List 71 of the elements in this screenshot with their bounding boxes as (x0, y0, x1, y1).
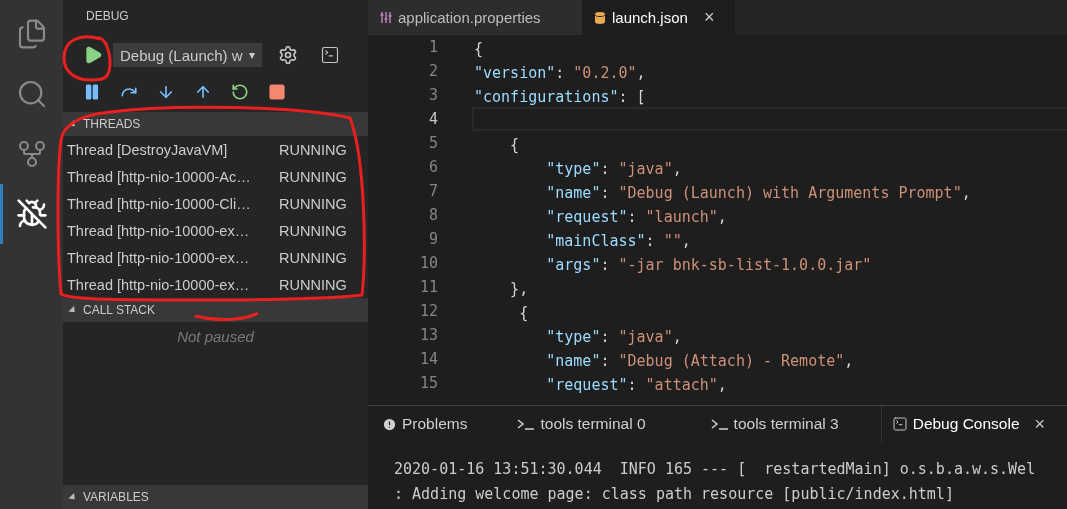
configuration-select[interactable]: Debug (Launch) w ▾ (113, 43, 262, 67)
code-line: { (509, 135, 521, 155)
line-number: 11 (418, 278, 439, 296)
line-number: 15 (418, 374, 439, 392)
editor-tab[interactable]: launch.json × (582, 0, 735, 35)
panel-tab[interactable]: Debug Console × (880, 406, 1056, 442)
code-line: "request": "attach", (545, 375, 728, 395)
thread-status: RUNNING (279, 141, 347, 158)
panel-tab[interactable]: tools terminal 3 (700, 406, 849, 442)
thread-status: RUNNING (279, 249, 347, 266)
editor-tab[interactable]: application.properties (368, 0, 582, 35)
line-number: 14 (418, 350, 439, 368)
line-number: 9 (427, 230, 439, 248)
line-number: 13 (418, 326, 439, 344)
section-header[interactable]: VARIABLES (63, 485, 368, 509)
step-into-icon[interactable] (157, 83, 175, 101)
thread-name[interactable]: Thread [http-nio-10000-Ac… (67, 168, 279, 185)
thread-name[interactable]: Thread [http-nio-10000-ex… (67, 249, 279, 266)
start-debugging-icon[interactable] (83, 45, 103, 65)
line-number: 1 (427, 38, 439, 56)
console-icon (891, 416, 908, 432)
thread-status: RUNNING (279, 276, 347, 293)
step-out-icon[interactable] (194, 83, 212, 101)
thread-status: RUNNING (279, 222, 347, 239)
stop-icon[interactable] (268, 83, 286, 101)
thread-name[interactable]: Thread [http-nio-10000-ex… (67, 276, 279, 293)
database-icon (594, 10, 606, 25)
line-number: 8 (427, 206, 439, 224)
code-line: "args": "-jar bnk-sb-list-1.0.0.jar" (545, 255, 873, 275)
line-number: 10 (418, 254, 439, 272)
thread-name[interactable]: Thread [DestroyJavaVM] (67, 141, 279, 158)
thread-name[interactable]: Thread [http-nio-10000-ex… (67, 222, 279, 239)
code-line: { (518, 303, 530, 323)
settings-icon[interactable] (277, 45, 298, 65)
panel-tab[interactable]: Problems (372, 406, 478, 442)
settings-lines-icon (380, 11, 392, 24)
terminal-prompt-icon (710, 418, 729, 430)
section-header[interactable]: THREADS (63, 112, 368, 136)
sidebar-title: DEBUG (85, 8, 130, 25)
console-line: 2020-01-16 13:51:30.044 INFO 165 --- [ restartedMain] o.s.b.a.w.s.Wel (394, 459, 1037, 480)
console-line: : Adding welcome page: class path resource [public/index.html] (394, 484, 955, 505)
code-line: { (473, 39, 485, 59)
line-number: 7 (427, 182, 439, 200)
thread-status: RUNNING (279, 195, 347, 212)
terminal-prompt-icon (517, 418, 536, 430)
line-number: 3 (427, 86, 439, 104)
line-number: 12 (418, 302, 439, 320)
terminal-icon[interactable] (319, 45, 340, 65)
code-line: "request": "launch", (545, 207, 728, 227)
not-paused-message: Not paused (177, 328, 254, 347)
close-icon[interactable]: × (1034, 413, 1046, 435)
code-line: }, (509, 279, 530, 299)
code-line: "type": "java", (545, 159, 683, 179)
bug-off-icon (15, 198, 48, 230)
line-number: 2 (427, 62, 439, 80)
pause-icon[interactable] (83, 83, 101, 101)
line-number: 5 (427, 134, 439, 152)
code-line: "configurations": [ (473, 87, 647, 107)
code-line: "version": "0.2.0", (473, 63, 647, 83)
thread-name[interactable]: Thread [http-nio-10000-Cli… (67, 195, 279, 212)
line-number: 4 (427, 110, 439, 128)
code-line: "name": "Debug (Launch) with Arguments Prompt", (545, 183, 972, 203)
alert-icon (382, 416, 397, 432)
close-icon[interactable]: × (703, 7, 715, 28)
line-number: 6 (427, 158, 439, 176)
code-line: "type": "java", (545, 327, 683, 347)
thread-status: RUNNING (279, 168, 347, 185)
restart-icon[interactable] (231, 83, 249, 101)
panel-tab[interactable]: tools terminal 0 (507, 406, 656, 442)
code-line: "name": "Debug (Attach) - Remote", (545, 351, 855, 371)
code-line: "mainClass": "", (545, 231, 692, 251)
